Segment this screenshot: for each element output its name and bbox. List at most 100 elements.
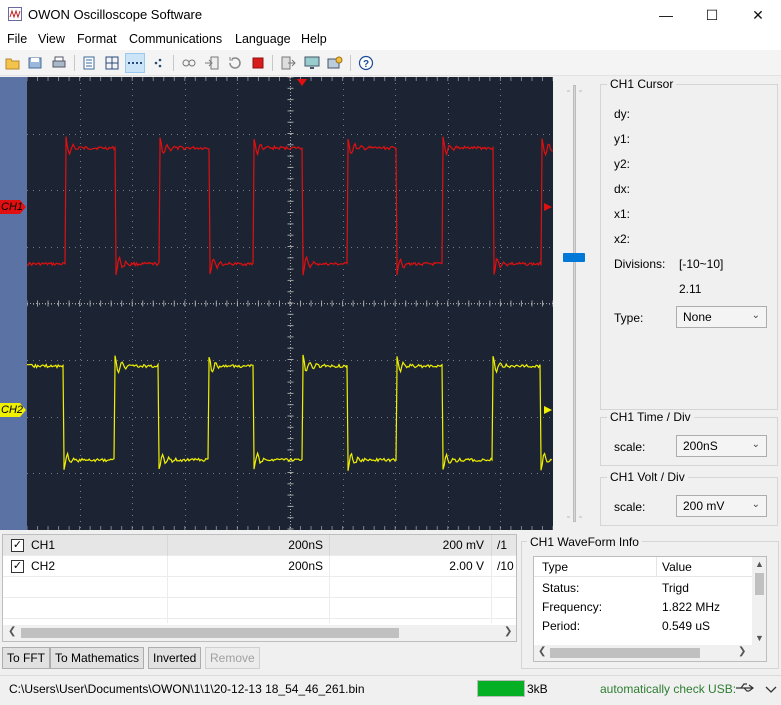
cursor-group-title: CH1 Cursor	[607, 77, 677, 91]
menu-bar: File View Format Communications Language…	[0, 30, 781, 50]
svg-text:?: ?	[363, 59, 369, 70]
window-title: OWON Oscilloscope Software	[28, 7, 203, 22]
channel-probe: /1	[497, 538, 508, 552]
dots-icon[interactable]	[148, 53, 168, 73]
inverted-button[interactable]: Inverted	[148, 647, 202, 669]
volt-div-title: CH1 Volt / Div	[607, 470, 688, 484]
minimize-button[interactable]: —	[643, 0, 689, 30]
channel-time: 200nS	[288, 538, 323, 552]
chevron-down-icon: ⌄	[751, 310, 760, 321]
ch1-checkbox[interactable]: ✓	[11, 539, 24, 552]
table-row[interactable]: ✓ CH2 200nS 2.00 V /10	[3, 556, 516, 577]
header-type[interactable]: Type	[542, 560, 568, 574]
info-value: 1.822 MHz	[662, 600, 721, 614]
import-icon[interactable]	[202, 53, 222, 73]
to-fft-button[interactable]: To FFT	[2, 647, 50, 669]
table-row: Frequency: 1.822 MHz	[534, 598, 752, 617]
screen-capture-icon[interactable]	[302, 53, 322, 73]
divisions-range: [-10~10]	[679, 257, 724, 271]
progress-fill	[478, 681, 524, 696]
scroll-thumb[interactable]	[550, 648, 700, 658]
scroll-down-icon[interactable]: ▼	[755, 633, 764, 643]
help-icon[interactable]: ?	[356, 53, 376, 73]
scroll-right-icon[interactable]: ❯	[738, 646, 746, 657]
channel-name: CH2	[31, 559, 56, 573]
oscilloscope-display[interactable]	[27, 77, 553, 530]
menu-communications[interactable]: Communications	[129, 32, 222, 46]
scroll-up-icon[interactable]: ▲	[755, 559, 764, 569]
table-row: Status: Trigd	[534, 579, 752, 598]
volt-scale-label: scale:	[614, 500, 646, 514]
file-path: C:\Users\User\Documents\OWON\1\1\20-12-1…	[9, 682, 365, 696]
channel-name: CH1	[31, 538, 56, 552]
channel-probe: /10	[497, 559, 514, 573]
ch1-waveform	[27, 136, 553, 276]
cursor-dx-label: dx:	[614, 182, 631, 196]
dashed-grid-icon[interactable]	[125, 53, 145, 73]
ch1-marker-label[interactable]: CH1	[1, 201, 23, 213]
scroll-right-icon[interactable]: ❯	[504, 626, 512, 637]
header-value[interactable]: Value	[662, 560, 692, 574]
chevron-down-icon: ⌄	[751, 439, 760, 450]
toolbar: ?	[0, 50, 781, 76]
info-vertical-scrollbar[interactable]: ▲ ▼	[752, 557, 766, 645]
ch2-waveform	[27, 354, 552, 471]
waveform-info-title: CH1 WaveForm Info	[527, 535, 642, 549]
menu-language[interactable]: Language	[235, 32, 291, 46]
menu-view[interactable]: View	[38, 32, 65, 46]
chevron-down-icon[interactable]	[765, 686, 777, 694]
chevron-down-icon: ⌄	[751, 499, 760, 510]
progress-bar	[477, 680, 525, 697]
save-icon[interactable]	[25, 53, 45, 73]
cursor-x2-label: x2:	[614, 232, 631, 246]
cursor-y2-label: y2:	[614, 157, 631, 171]
volt-scale-select[interactable]: 200 mV ⌄	[676, 495, 767, 517]
scroll-left-icon[interactable]: ❮	[538, 646, 546, 657]
menu-file[interactable]: File	[7, 32, 27, 46]
cursor-type-value: None	[683, 310, 712, 324]
close-button[interactable]: ✕	[735, 0, 781, 30]
channel-volt: 200 mV	[442, 538, 484, 552]
table-row[interactable]: ✓ CH1 200nS 200 mV /1	[3, 535, 516, 556]
table-header: Type Value	[534, 557, 752, 577]
info-value: 0.549 uS	[662, 619, 711, 633]
table-horizontal-scrollbar[interactable]: ❮ ❯	[3, 625, 516, 641]
info-type: Period:	[542, 619, 581, 633]
to-mathematics-button[interactable]: To Mathematics	[50, 647, 145, 669]
remove-button[interactable]: Remove	[205, 647, 260, 669]
divisions-value: 2.11	[679, 282, 702, 296]
time-scale-value: 200nS	[683, 439, 718, 453]
export-icon[interactable]	[278, 53, 298, 73]
ch2-checkbox[interactable]: ✓	[11, 560, 24, 573]
time-scale-select[interactable]: 200nS ⌄	[676, 435, 767, 457]
scroll-left-icon[interactable]: ❮	[8, 626, 16, 637]
ch2-marker-label[interactable]: CH2	[1, 404, 23, 416]
channel-marker-strip: CH1 CH2	[0, 77, 27, 530]
grid-icon[interactable]	[102, 53, 122, 73]
stop-icon[interactable]	[248, 53, 268, 73]
time-div-title: CH1 Time / Div	[607, 410, 694, 424]
vertical-slider[interactable]	[553, 77, 596, 530]
menu-help[interactable]: Help	[301, 32, 327, 46]
divisions-label: Divisions:	[614, 257, 666, 271]
list-view-icon[interactable]	[79, 53, 99, 73]
title-bar: OWON Oscilloscope Software — ☐ ✕	[0, 0, 781, 30]
cursor-y1-label: y1:	[614, 132, 631, 146]
print-icon[interactable]	[49, 53, 69, 73]
status-bar: C:\Users\User\Documents\OWON\1\1\20-12-1…	[0, 675, 781, 705]
open-icon[interactable]	[3, 53, 23, 73]
ch2-level-marker	[544, 406, 552, 414]
scroll-thumb[interactable]	[755, 573, 764, 595]
connect-icon[interactable]	[179, 53, 199, 73]
cursor-type-label: Type:	[614, 311, 644, 325]
scroll-thumb[interactable]	[21, 628, 399, 638]
cursor-type-select[interactable]: None ⌄	[676, 306, 767, 328]
app-icon	[8, 7, 22, 21]
info-horizontal-scrollbar[interactable]: ❮ ❯	[534, 645, 766, 661]
menu-format[interactable]: Format	[77, 32, 117, 46]
maximize-button[interactable]: ☐	[689, 0, 735, 30]
volt-scale-value: 200 mV	[683, 499, 725, 513]
device-settings-icon[interactable]	[325, 53, 345, 73]
trigger-position-marker	[297, 79, 307, 86]
refresh-icon[interactable]	[225, 53, 245, 73]
